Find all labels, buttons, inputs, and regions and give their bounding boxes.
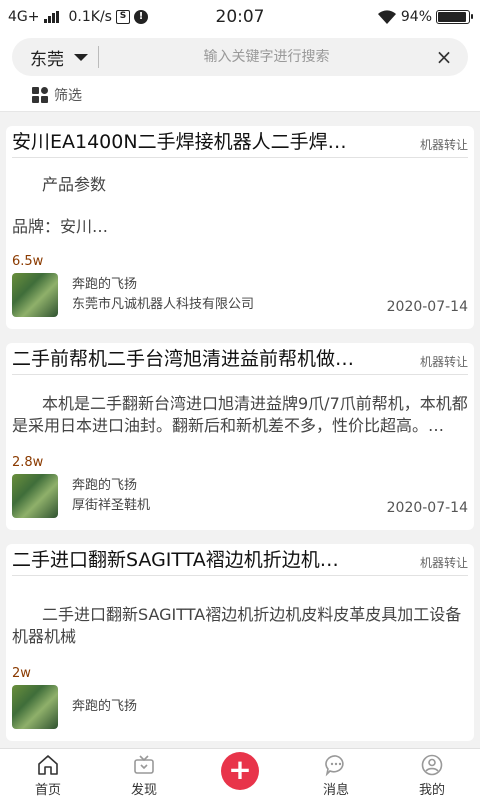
battery-percent: 94% xyxy=(400,9,432,25)
seller-name: 奔跑的飞扬 xyxy=(72,277,138,292)
listing-feed[interactable]: 安川EA1400N二手焊接机器人二手焊… 机器转让 产品参数 品牌：安川… 6.… xyxy=(0,112,480,748)
listing-tag: 机器转让 xyxy=(419,355,468,369)
tab-home[interactable]: 首页 xyxy=(0,749,96,800)
view-count: 6.5w xyxy=(12,254,44,269)
seller-name: 奔跑的飞扬 xyxy=(72,478,138,493)
tab-label: 首页 xyxy=(34,783,61,798)
user-icon xyxy=(421,754,443,776)
tv-icon xyxy=(134,755,154,774)
listing-tag: 机器转让 xyxy=(419,556,468,570)
bottom-tab-bar: 首页 发现 + 消息 我的 xyxy=(0,748,480,800)
search-area: 东莞 × 筛选 xyxy=(0,34,480,112)
plus-icon: + xyxy=(221,752,259,790)
city-selector[interactable]: 东莞 xyxy=(30,46,99,70)
view-count: 2.8w xyxy=(12,455,44,470)
close-icon[interactable]: × xyxy=(434,47,454,67)
listing-title: 安川EA1400N二手焊接机器人二手焊… xyxy=(12,131,347,153)
listing-description: 二手进口翻新SAGITTA褶边机折边机皮料皮革皮具加工设备机器机械 xyxy=(12,605,462,646)
network-speed: 0.1K/s xyxy=(68,9,112,25)
tab-mine[interactable]: 我的 xyxy=(384,749,480,800)
description-line: 产品参数 xyxy=(42,175,107,194)
avatar[interactable] xyxy=(12,685,58,729)
tab-discover[interactable]: 发现 xyxy=(96,749,192,800)
listing-tag: 机器转让 xyxy=(419,138,468,152)
home-icon xyxy=(38,755,58,775)
avatar[interactable] xyxy=(12,474,58,518)
listing-card[interactable]: 二手进口翻新SAGITTA褶边机折边机… 机器转让 二手进口翻新SAGITTA褶… xyxy=(6,544,474,741)
filter-label: 筛选 xyxy=(54,88,82,104)
signal-icon xyxy=(43,11,59,23)
card-header: 二手前帮机二手台湾旭清进益前帮机做… 机器转让 xyxy=(12,343,468,375)
wifi-icon xyxy=(377,10,396,24)
listing-card[interactable]: 二手前帮机二手台湾旭清进益前帮机做… 机器转让 本机是二手翻新台湾进口旭清进益牌… xyxy=(6,343,474,530)
tab-messages[interactable]: 消息 xyxy=(288,749,384,800)
alert-icon: ! xyxy=(133,10,148,24)
listing-card[interactable]: 安川EA1400N二手焊接机器人二手焊… 机器转让 产品参数 品牌：安川… 6.… xyxy=(6,126,474,329)
tab-label: 我的 xyxy=(418,783,445,798)
post-date: 2020-07-14 xyxy=(386,500,468,516)
status-bar: 4G+ 0.1K/s S ! 94% xyxy=(0,0,480,34)
tab-label: 消息 xyxy=(322,783,349,798)
grid-icon xyxy=(32,87,48,103)
filter-button[interactable]: 筛选 xyxy=(32,85,468,105)
city-label: 东莞 xyxy=(30,49,64,70)
tab-label: 发现 xyxy=(130,783,157,798)
view-count: 2w xyxy=(12,666,31,681)
card-header: 安川EA1400N二手焊接机器人二手焊… 机器转让 xyxy=(12,126,468,158)
seller-company: 厚街祥圣鞋机 xyxy=(72,498,151,513)
sim-icon: S xyxy=(115,10,130,24)
avatar[interactable] xyxy=(12,273,58,317)
listing-description: 本机是二手翻新台湾进口旭清进益牌9爪/7爪前帮机，本机都是采用日本进口油封。翻新… xyxy=(12,394,468,435)
seller-name: 奔跑的飞扬 xyxy=(72,699,138,714)
description-line: 品牌：安川… xyxy=(12,217,109,236)
network-type: 4G+ xyxy=(8,9,40,25)
listing-description: 产品参数 品牌：安川… xyxy=(12,158,468,238)
listing-title: 二手进口翻新SAGITTA褶边机折边机… xyxy=(12,549,339,571)
post-date: 2020-07-14 xyxy=(386,299,468,315)
caret-down-icon xyxy=(74,53,88,61)
publish-button[interactable]: + xyxy=(192,749,288,800)
seller-row: 奔跑的飞扬 厚街祥圣鞋机 2020-07-14 xyxy=(12,474,468,530)
seller-row: 奔跑的飞扬 xyxy=(12,685,468,741)
chat-icon xyxy=(325,755,344,777)
seller-row: 奔跑的飞扬 东莞市凡诚机器人科技有限公司 2020-07-14 xyxy=(12,273,468,329)
search-bar: 东莞 × xyxy=(12,38,468,76)
search-input[interactable] xyxy=(99,49,434,65)
seller-company: 东莞市凡诚机器人科技有限公司 xyxy=(72,297,255,312)
battery-icon xyxy=(436,10,473,24)
listing-title: 二手前帮机二手台湾旭清进益前帮机做… xyxy=(12,348,355,370)
card-header: 二手进口翻新SAGITTA褶边机折边机… 机器转让 xyxy=(12,544,468,576)
